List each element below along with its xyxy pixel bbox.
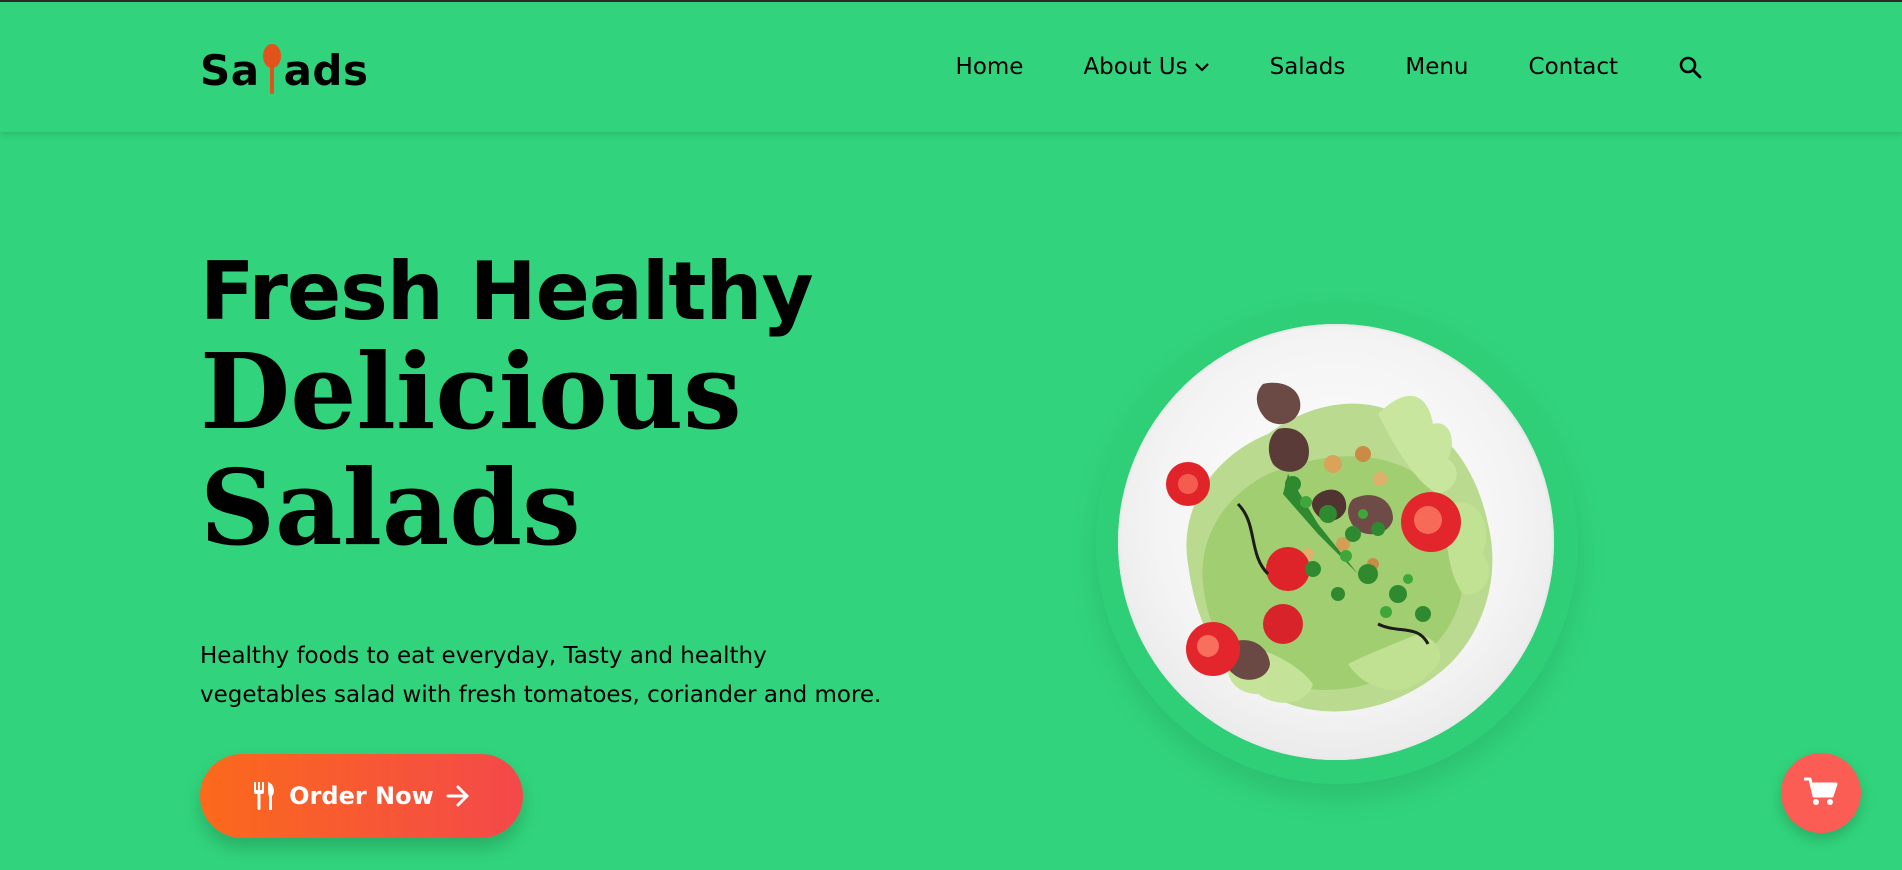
nav-item-label: About Us xyxy=(1083,54,1188,80)
nav-item-home[interactable]: Home xyxy=(956,54,1024,80)
nav-item-menu[interactable]: Menu xyxy=(1405,54,1468,80)
logo[interactable]: Sa ads xyxy=(200,44,369,96)
hero-title-salads: Salads xyxy=(200,446,581,569)
hero-title-delicious: Delicious xyxy=(200,330,742,453)
nav-item-label: Menu xyxy=(1405,54,1469,80)
nav-item-label: Contact xyxy=(1528,54,1618,80)
cart-button[interactable] xyxy=(1781,753,1861,833)
nav-item-contact[interactable]: Contact xyxy=(1529,54,1618,80)
nav-item-label: Salads xyxy=(1269,54,1346,80)
order-now-label: Order Now xyxy=(289,782,434,810)
utensils-icon xyxy=(253,782,277,810)
site-header: Sa ads Home About Us Salads Menu Contact xyxy=(0,2,1902,132)
hero-title-line2: Delicious Salads xyxy=(200,334,742,566)
hero-title-line1: Fresh Healthy xyxy=(200,245,814,338)
nav-item-about-us[interactable]: About Us xyxy=(1083,54,1209,80)
chevron-down-icon xyxy=(1194,61,1210,73)
order-now-button[interactable]: Order Now xyxy=(200,754,523,838)
hero-description: Healthy foods to eat everyday, Tasty and… xyxy=(200,643,882,708)
main-nav: Home About Us Salads Menu Contact xyxy=(956,54,1702,80)
shopping-cart-icon xyxy=(1803,776,1838,810)
nav-item-salads[interactable]: Salads xyxy=(1270,54,1346,80)
search-icon[interactable] xyxy=(1678,55,1702,79)
logo-text-end: ads xyxy=(283,45,369,95)
salad-plate-image xyxy=(1118,324,1554,760)
logo-text-start: Sa xyxy=(200,45,260,95)
spoon-icon xyxy=(262,44,282,96)
arrow-right-icon xyxy=(446,785,470,807)
nav-item-label: Home xyxy=(955,54,1024,80)
landing-page: Sa ads Home About Us Salads Menu Contact… xyxy=(0,0,1902,870)
